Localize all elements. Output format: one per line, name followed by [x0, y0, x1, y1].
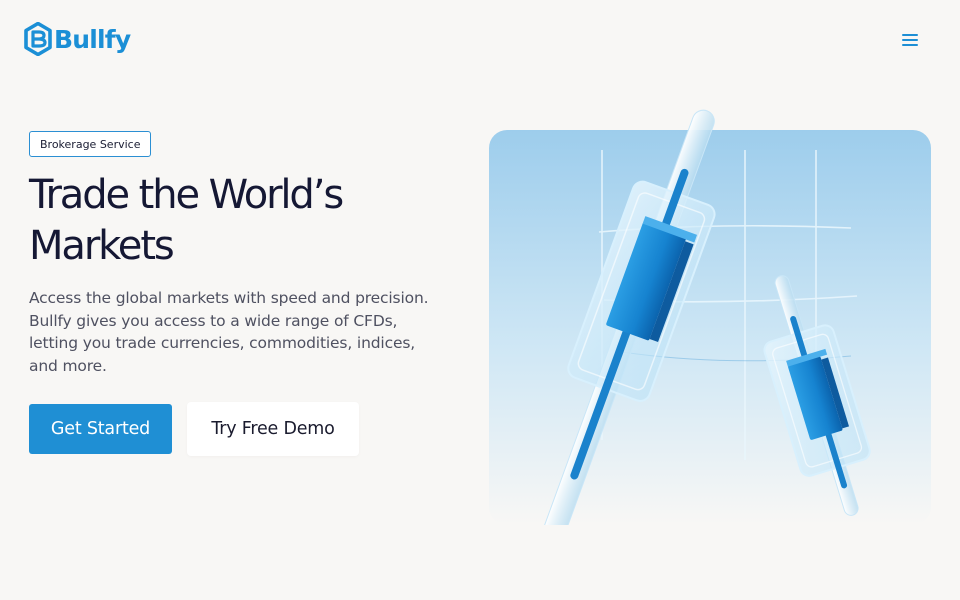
try-free-demo-button[interactable]: Try Free Demo [187, 402, 359, 456]
hamburger-menu-line [902, 38, 918, 42]
logo-text: Bullfy [54, 24, 131, 54]
page: Bullfy Brokerage Service Trade the World… [0, 0, 960, 600]
service-badge: Brokerage Service [29, 131, 152, 157]
hamburger-menu-icon [902, 33, 918, 37]
hero-illustration [489, 100, 931, 525]
hero-title: Trade the World’s Markets [29, 172, 344, 269]
hamburger-menu-line [902, 43, 918, 47]
hamburger-menu-button[interactable] [898, 29, 922, 51]
get-started-button[interactable]: Get Started [29, 404, 172, 454]
logo-mark-icon [24, 22, 52, 56]
candlestick-illustration [489, 109, 931, 525]
logo[interactable]: Bullfy [24, 22, 131, 56]
hero-description: Access the global markets with speed and… [29, 289, 429, 375]
